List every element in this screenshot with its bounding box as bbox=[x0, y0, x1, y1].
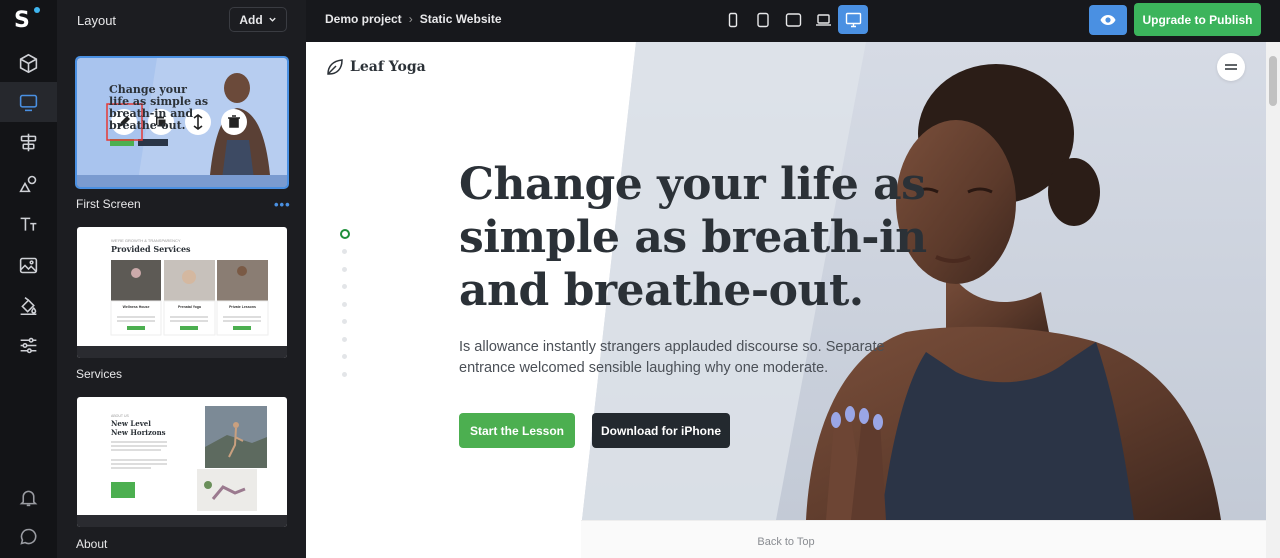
pager-dot[interactable] bbox=[342, 336, 347, 342]
download-iphone-button[interactable]: Download for iPhone bbox=[592, 413, 730, 448]
icon-rail: S bbox=[0, 0, 57, 558]
blocks-nav-button[interactable] bbox=[0, 43, 57, 83]
layout-panel: Layout Add Change your life as simple as… bbox=[57, 0, 306, 558]
pager-dot[interactable] bbox=[342, 301, 347, 307]
align-icon bbox=[20, 133, 37, 151]
image-icon bbox=[19, 257, 38, 273]
breadcrumb-separator: › bbox=[408, 12, 413, 26]
eye-icon bbox=[1100, 15, 1116, 25]
phone-landscape-icon bbox=[757, 12, 769, 27]
device-phone-landscape-button[interactable] bbox=[748, 5, 778, 34]
pager-dot[interactable] bbox=[342, 371, 347, 377]
services-card-2: Prenatal Yoga bbox=[177, 305, 202, 309]
brand-name: Leaf Yoga bbox=[350, 59, 426, 75]
chat-bubble-icon bbox=[20, 528, 37, 545]
device-phone-portrait-button[interactable] bbox=[718, 5, 748, 34]
desktop-icon bbox=[845, 12, 861, 27]
back-to-top-link[interactable]: Back to Top bbox=[306, 536, 1266, 548]
canvas-scrollbar[interactable] bbox=[1266, 42, 1280, 558]
leaf-icon bbox=[327, 59, 343, 75]
pager-dot[interactable] bbox=[342, 249, 347, 254]
section-thumb-services[interactable]: WE'RE GROWTH & TRANSPARENCY Provided Ser… bbox=[77, 227, 287, 358]
device-tablet-button[interactable] bbox=[778, 5, 808, 34]
pager-dot[interactable] bbox=[342, 266, 347, 272]
app-logo[interactable]: S bbox=[14, 7, 42, 33]
shapes-icon bbox=[19, 175, 37, 192]
hero-subtext: Is allowance instantly strangers applaud… bbox=[459, 339, 885, 376]
add-section-button[interactable]: Add bbox=[229, 7, 287, 32]
elements-nav-button[interactable] bbox=[0, 163, 57, 203]
chat-button[interactable] bbox=[0, 516, 57, 556]
pager-dot[interactable] bbox=[342, 354, 347, 359]
services-preview bbox=[77, 260, 287, 358]
site-brand[interactable]: Leaf Yoga bbox=[326, 58, 426, 76]
section-label-services: Services bbox=[76, 367, 123, 381]
hamburger-icon bbox=[1225, 64, 1237, 70]
laptop-icon bbox=[815, 13, 831, 26]
images-nav-button[interactable] bbox=[0, 245, 57, 285]
typography-nav-button[interactable] bbox=[0, 204, 57, 244]
hero-headline: Change your life as simple as breath-in … bbox=[459, 159, 927, 316]
section-thumb-first-screen[interactable]: Change your life as simple as breath-in … bbox=[75, 56, 289, 189]
tablet-icon bbox=[785, 12, 801, 27]
chevron-down-icon bbox=[268, 17, 276, 22]
bell-icon bbox=[19, 490, 38, 506]
phone-portrait-icon bbox=[728, 12, 738, 27]
section-label-about: About bbox=[76, 537, 108, 551]
section-pager bbox=[340, 229, 350, 389]
preview-button[interactable] bbox=[1089, 5, 1127, 35]
services-card-1: Wellness House bbox=[122, 305, 150, 309]
breadcrumb-project[interactable]: Demo project bbox=[325, 12, 402, 26]
website-canvas: Leaf Yoga Change your life as simple as … bbox=[306, 42, 1266, 558]
colors-nav-button[interactable] bbox=[0, 285, 57, 325]
device-desktop-button[interactable] bbox=[838, 5, 868, 34]
paint-bucket-icon bbox=[20, 296, 37, 315]
monitor-icon bbox=[19, 94, 38, 111]
breadcrumb: Demo project › Static Website bbox=[325, 12, 502, 26]
add-label: Add bbox=[239, 12, 263, 27]
pager-dot[interactable] bbox=[342, 319, 347, 324]
align-nav-button[interactable] bbox=[0, 122, 57, 162]
panel-title: Layout bbox=[77, 13, 117, 28]
layout-nav-button[interactable] bbox=[0, 82, 57, 122]
start-lesson-button[interactable]: Start the Lesson bbox=[459, 413, 575, 448]
sliders-icon bbox=[20, 337, 37, 353]
upgrade-to-publish-button[interactable]: Upgrade to Publish bbox=[1134, 3, 1261, 36]
about-preview bbox=[77, 406, 287, 527]
section-thumb-about[interactable]: ABOUT US New Level New Horizons bbox=[77, 397, 287, 527]
section-label-first-screen: First Screen bbox=[76, 197, 141, 211]
site-menu-button[interactable] bbox=[1217, 53, 1245, 81]
section-more-button[interactable]: ••• bbox=[274, 197, 291, 212]
services-card-3: Private Lessons bbox=[229, 305, 256, 309]
pager-dot-active[interactable] bbox=[340, 229, 350, 239]
notifications-button[interactable] bbox=[0, 477, 57, 517]
device-laptop-button[interactable] bbox=[808, 5, 838, 34]
pager-dot[interactable] bbox=[342, 284, 347, 289]
text-icon bbox=[20, 217, 37, 231]
thumb-headline: Change your life as simple as breath-in … bbox=[109, 83, 209, 132]
scroll-thumb[interactable] bbox=[1269, 56, 1277, 106]
cube-icon bbox=[19, 53, 38, 73]
breadcrumb-page[interactable]: Static Website bbox=[420, 12, 502, 26]
settings-nav-button[interactable] bbox=[0, 325, 57, 365]
top-bar: Demo project › Static Website Upgrade to… bbox=[306, 0, 1280, 42]
